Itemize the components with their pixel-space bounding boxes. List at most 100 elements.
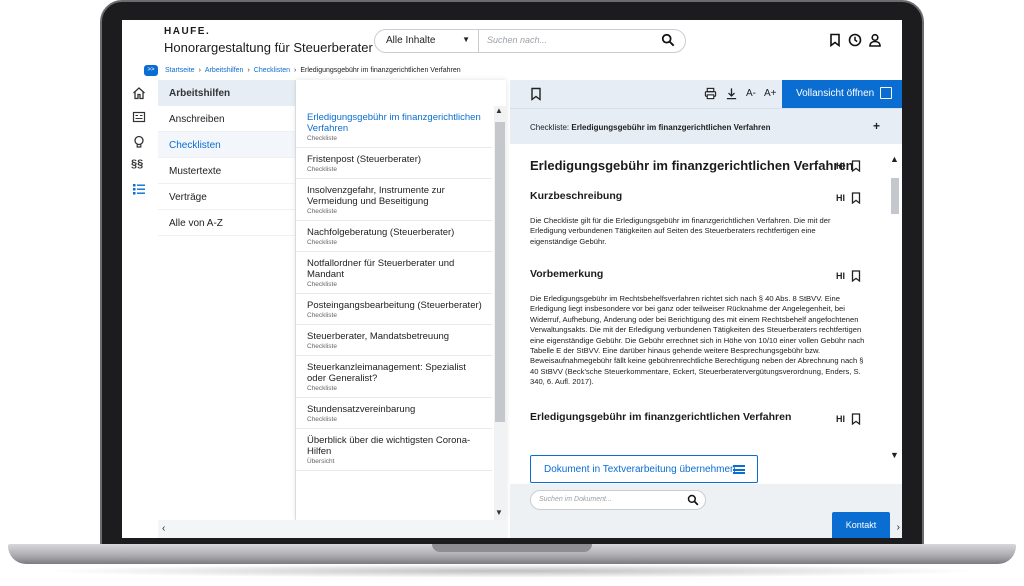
highlight-button[interactable]: HI	[836, 193, 845, 203]
list-item[interactable]: Erledigungsgebühr im finanzgerichtlichen…	[296, 106, 492, 148]
scrollbar-thumb[interactable]	[495, 122, 505, 422]
list-item-type: Checkliste	[307, 343, 337, 350]
export-to-word-button[interactable]: Dokument in Textverarbeitung übernehmen	[530, 455, 758, 483]
category-anschreiben[interactable]: Anschreiben	[158, 106, 295, 132]
section-erledigungsgebuehr-heading: Erledigungsgebühr im finanzgerichtlichen…	[530, 411, 792, 423]
list-item-title: Fristenpost (Steuerberater)	[307, 154, 422, 165]
checklist-icon[interactable]	[132, 182, 146, 196]
list-item[interactable]: Steuerberater, Mandatsbetreuung Checklist…	[296, 325, 492, 356]
list-item-type: Checkliste	[307, 416, 337, 423]
fullview-button[interactable]: Vollansicht öffnen	[782, 80, 902, 108]
contact-button[interactable]: Kontakt	[832, 512, 890, 538]
list-item-type: Checkliste	[307, 239, 337, 246]
chevron-up-icon[interactable]: ▲	[495, 106, 503, 115]
document-content: Erledigungsgebühr im finanzgerichtlichen…	[510, 144, 902, 484]
chevron-left-icon[interactable]: ‹	[162, 523, 165, 534]
expand-icon	[880, 87, 892, 99]
breadcrumb-separator: ›	[247, 67, 250, 74]
search-icon[interactable]	[661, 33, 675, 47]
document-list: Erledigungsgebühr im finanzgerichtlichen…	[296, 80, 506, 520]
breadcrumb-link-checklisten[interactable]: Checklisten	[254, 67, 290, 74]
section-kurzbeschreibung-heading: Kurzbeschreibung	[530, 190, 623, 202]
chevron-right-icon[interactable]: ›	[897, 522, 900, 533]
section-tools: HI	[836, 192, 861, 204]
breadcrumb-separator: ›	[293, 67, 297, 74]
bookmark-icon[interactable]	[851, 160, 861, 172]
highlight-button[interactable]: HI	[836, 271, 845, 281]
list-item[interactable]: Steuerkanzleimanagement: Spezialist oder…	[296, 356, 492, 398]
list-item[interactable]: Notfallordner für Steuerberater und Mand…	[296, 252, 492, 294]
bookmark-icon[interactable]	[530, 87, 542, 101]
search-icon[interactable]	[687, 494, 699, 506]
header-icons	[828, 33, 882, 47]
list-item[interactable]: Überblick über die wichtigsten Corona-Hi…	[296, 429, 492, 471]
history-icon[interactable]	[848, 33, 862, 47]
checklist-bar: Checkliste: Erledigungsgebühr im finanzg…	[510, 108, 902, 144]
list-item-type: Checkliste	[307, 208, 337, 215]
category-vertraege[interactable]: Verträge	[158, 184, 295, 210]
horizontal-scrollbar[interactable]: ‹	[158, 520, 508, 538]
text-lines-icon	[733, 465, 745, 474]
list-item-title: Stundensatzvereinbarung	[307, 404, 416, 415]
list-item[interactable]: Fristenpost (Steuerberater) Checkliste	[296, 148, 492, 179]
list-item-title: Steuerkanzleimanagement: Spezialist oder…	[307, 362, 466, 384]
category-mustertexte[interactable]: Mustertexte	[158, 158, 295, 184]
laptop-shadow	[40, 564, 984, 578]
user-icon[interactable]	[868, 33, 882, 47]
document-list-icon[interactable]	[132, 110, 146, 124]
search-input[interactable]: Suchen nach...	[487, 35, 547, 45]
scrollbar-thumb[interactable]	[891, 178, 899, 214]
list-item[interactable]: Nachfolgeberatung (Steuerberater) Checkli…	[296, 221, 492, 252]
list-item-title: Notfallordner für Steuerberater und Mand…	[307, 258, 455, 280]
highlight-button[interactable]: HI	[836, 414, 845, 424]
chevron-down-icon[interactable]: ▼	[495, 508, 503, 517]
list-item-type: Übersicht	[307, 458, 335, 465]
print-icon[interactable]	[704, 87, 717, 100]
chevron-up-icon[interactable]: ▲	[890, 154, 899, 164]
section-vorbemerkung-heading: Vorbemerkung	[530, 268, 604, 280]
bookmark-icon[interactable]	[851, 413, 861, 425]
category-alle-a-z[interactable]: Alle von A-Z	[158, 210, 295, 236]
bookmark-icon[interactable]	[851, 270, 861, 282]
list-item[interactable]: Insolvenzgefahr, Instrumente zur Vermeid…	[296, 179, 492, 221]
global-search: Alle Inhalte ▼ Suchen nach...	[374, 29, 686, 53]
app-title: Honorargestaltung für Steuerberater	[164, 40, 373, 55]
list-item[interactable]: Posteingangsbearbeitung (Steuerberater) C…	[296, 294, 492, 325]
chevron-down-icon[interactable]: ▼	[890, 450, 899, 460]
sidebar-toggle-button[interactable]: >>	[144, 65, 158, 76]
document-scrollbar[interactable]: ▲ ▼	[888, 154, 902, 464]
font-larger-button[interactable]: A+	[764, 88, 777, 99]
breadcrumb-link-arbeitshilfen[interactable]: Arbeitshilfen	[205, 67, 244, 74]
lightbulb-icon[interactable]	[132, 135, 146, 149]
search-scope-select[interactable]: Alle Inhalte ▼	[375, 30, 479, 52]
list-item[interactable]: Stundensatzvereinbarung Checkliste	[296, 398, 492, 429]
category-nav: Arbeitshilfen Anschreiben Checklisten Mu…	[158, 80, 296, 538]
section-kurzbeschreibung-text: Die Checkliste gilt für die Erledigungsg…	[530, 216, 831, 246]
home-icon[interactable]	[132, 86, 146, 100]
icon-rail: §§	[122, 80, 158, 538]
category-nav-heading[interactable]: Arbeitshilfen	[158, 80, 295, 106]
app-header: HAUFE. Honorargestaltung für Steuerberat…	[122, 20, 902, 62]
breadcrumb-current: Erledigungsgebühr im finanzgerichtlichen…	[300, 67, 461, 74]
document-title: Erledigungsgebühr im finanzgerichtlichen…	[530, 158, 854, 173]
section-tools: HI	[836, 270, 861, 282]
list-item-type: Checkliste	[307, 312, 337, 319]
list-item-type: Checkliste	[307, 135, 337, 142]
download-icon[interactable]	[725, 87, 738, 100]
document-search-area: Suchen im Dokument... Kontakt ›	[510, 484, 902, 538]
bookmark-icon[interactable]	[851, 192, 861, 204]
breadcrumb-link-startseite[interactable]: Startseite	[165, 67, 195, 74]
document-search-input[interactable]: Suchen im Dokument...	[530, 490, 706, 510]
bookmark-icon[interactable]	[828, 33, 842, 47]
title-tools: HI	[836, 160, 861, 172]
document-toolbar: A- A+ Vollansicht öffnen	[510, 80, 902, 108]
highlight-button[interactable]: HI	[836, 161, 845, 171]
category-checklisten[interactable]: Checklisten	[158, 132, 295, 158]
expand-plus-button[interactable]: +	[873, 119, 880, 133]
haufe-logo[interactable]: HAUFE.	[164, 26, 210, 37]
list-item-title: Erledigungsgebühr im finanzgerichtlichen…	[307, 112, 481, 134]
screen: HAUFE. Honorargestaltung für Steuerberat…	[122, 20, 902, 538]
font-smaller-button[interactable]: A-	[746, 88, 756, 99]
paragraph-icon[interactable]: §§	[131, 158, 145, 172]
document-list-scrollbar[interactable]: ▲ ▼	[494, 106, 506, 520]
